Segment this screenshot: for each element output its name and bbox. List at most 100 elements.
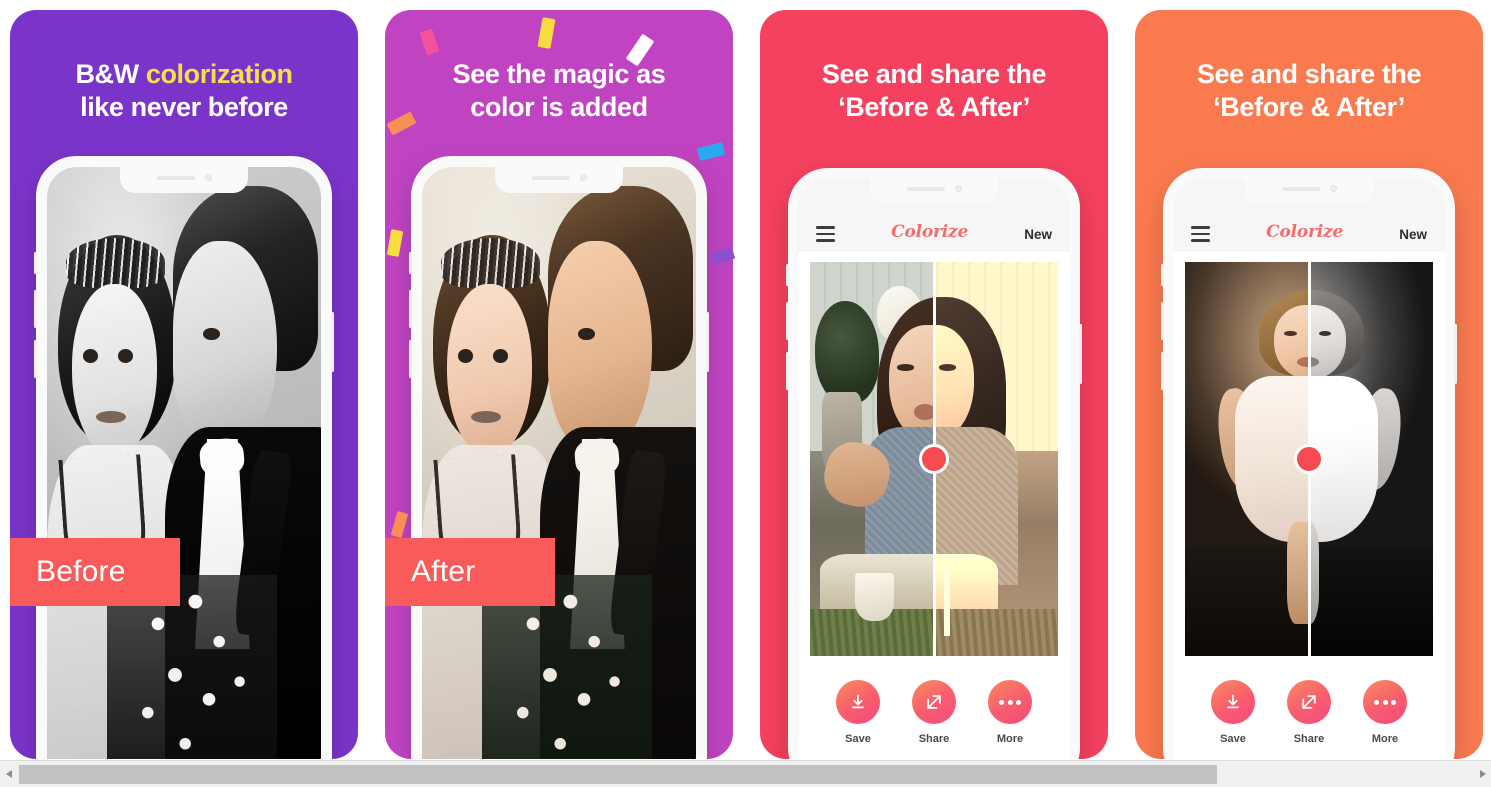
phone-volume-down-button <box>786 352 789 390</box>
ribbon-label: After <box>411 555 476 588</box>
more-label: More <box>996 733 1024 745</box>
action-bar: Save Share More <box>798 666 1070 759</box>
phone-power-button <box>706 312 709 372</box>
photo-half-original <box>934 262 1058 656</box>
phone-screen: Colorize New Save Share More <box>798 178 1070 759</box>
phone-screen: Colorize New Save Share More <box>1173 178 1445 759</box>
phone-screen <box>47 167 321 759</box>
front-camera-icon <box>204 174 212 181</box>
save-label: Save <box>845 733 871 745</box>
vintage-wedding-photo-bw <box>47 167 321 759</box>
phone-notch <box>120 167 248 193</box>
image-canvas[interactable] <box>1173 252 1445 666</box>
after-ribbon-badge: After <box>385 538 555 606</box>
headline-accent: colorization <box>145 59 293 89</box>
vintage-wedding-photo-colorized <box>422 167 696 759</box>
screenshot-panel-before-after-pink[interactable]: See and share the ‘Before & After’ Color… <box>760 10 1108 759</box>
phone-volume-up-button <box>786 302 789 340</box>
phone-mute-switch <box>1161 264 1164 286</box>
share-label: Share <box>1293 733 1325 745</box>
headline-line1: See the magic as <box>452 59 666 89</box>
headline-line2: ‘Before & After’ <box>1213 92 1405 122</box>
front-camera-icon <box>1329 185 1337 192</box>
slider-handle[interactable] <box>1297 447 1321 471</box>
phone-mockup <box>34 156 334 759</box>
headline-line2: like never before <box>80 92 288 122</box>
birthday-girl-photo-split <box>810 262 1058 656</box>
earpiece-speaker-icon <box>1281 186 1320 191</box>
phone-notch <box>870 178 998 204</box>
download-icon <box>836 680 880 724</box>
horizontal-scrollbar[interactable] <box>0 760 1491 787</box>
scrollbar-thumb[interactable] <box>19 764 1217 784</box>
earpiece-speaker-icon <box>156 175 195 180</box>
ribbon-label: Before <box>36 555 126 588</box>
screenshot-panel-magic-color[interactable]: See the magic as color is added After <box>385 10 733 759</box>
phone-mockup: Colorize New Save Share More <box>1161 168 1457 759</box>
colorize-app-ui: Colorize New Save Share More <box>1173 178 1445 759</box>
phone-mockup <box>409 156 709 759</box>
screenshot-panel-before-after-orange[interactable]: See and share the ‘Before & After’ Color… <box>1135 10 1483 759</box>
phone-notch <box>495 167 623 193</box>
phone-volume-down-button <box>34 340 37 378</box>
hamburger-menu-icon[interactable] <box>816 226 835 242</box>
phone-notch <box>1245 178 1373 204</box>
photo-half-colorized <box>1185 262 1309 656</box>
screenshot-panel-bw-colorization[interactable]: B&W colorization like never before Befor… <box>10 10 358 759</box>
scroll-left-arrow-icon[interactable] <box>0 760 17 787</box>
before-ribbon-badge: Before <box>10 538 180 606</box>
download-icon <box>1211 680 1255 724</box>
headline-line1: See and share the <box>821 59 1047 89</box>
panel-headline: See and share the ‘Before & After’ <box>1135 58 1483 124</box>
toddler-portrait-photo-split <box>1185 262 1433 656</box>
new-button[interactable]: New <box>1399 227 1427 242</box>
share-button[interactable]: Share <box>1287 680 1331 745</box>
share-label: Share <box>918 733 950 745</box>
before-after-slider[interactable] <box>922 262 946 656</box>
phone-volume-down-button <box>409 340 412 378</box>
phone-mute-switch <box>409 252 412 274</box>
earpiece-speaker-icon <box>906 186 945 191</box>
image-canvas[interactable] <box>798 252 1070 666</box>
phone-screen <box>422 167 696 759</box>
phone-volume-up-button <box>409 290 412 328</box>
earpiece-speaker-icon <box>531 175 570 180</box>
front-camera-icon <box>954 185 962 192</box>
phone-power-button <box>1454 324 1457 384</box>
photo-half-original <box>1309 262 1433 656</box>
phone-volume-up-button <box>34 290 37 328</box>
phone-mockup: Colorize New Save Share More <box>786 168 1082 759</box>
phone-volume-down-button <box>1161 352 1164 390</box>
headline-line2: ‘Before & After’ <box>838 92 1030 122</box>
save-button[interactable]: Save <box>1211 680 1255 745</box>
phone-volume-up-button <box>1161 302 1164 340</box>
phone-mute-switch <box>34 252 37 274</box>
phone-power-button <box>1079 324 1082 384</box>
app-logo: Colorize <box>891 222 969 242</box>
ellipsis-icon <box>988 680 1032 724</box>
more-button[interactable]: More <box>988 680 1032 745</box>
scrollbar-track[interactable] <box>17 764 1474 784</box>
more-label: More <box>1371 733 1399 745</box>
headline-line2: color is added <box>470 92 648 122</box>
new-button[interactable]: New <box>1024 227 1052 242</box>
external-link-icon <box>912 680 956 724</box>
scroll-right-arrow-icon[interactable] <box>1474 760 1491 787</box>
phone-mute-switch <box>786 264 789 286</box>
hamburger-menu-icon[interactable] <box>1191 226 1210 242</box>
before-after-slider[interactable] <box>1297 262 1321 656</box>
slider-handle[interactable] <box>922 447 946 471</box>
colorize-app-ui: Colorize New Save Share More <box>798 178 1070 759</box>
front-camera-icon <box>579 174 587 181</box>
phone-power-button <box>331 312 334 372</box>
share-button[interactable]: Share <box>912 680 956 745</box>
panel-headline: See the magic as color is added <box>385 58 733 124</box>
more-button[interactable]: More <box>1363 680 1407 745</box>
photo-half-colorized <box>810 262 934 656</box>
save-label: Save <box>1220 733 1246 745</box>
ellipsis-icon <box>1363 680 1407 724</box>
external-link-icon <box>1287 680 1331 724</box>
save-button[interactable]: Save <box>836 680 880 745</box>
app-logo: Colorize <box>1266 222 1344 242</box>
panel-headline: B&W colorization like never before <box>10 58 358 124</box>
